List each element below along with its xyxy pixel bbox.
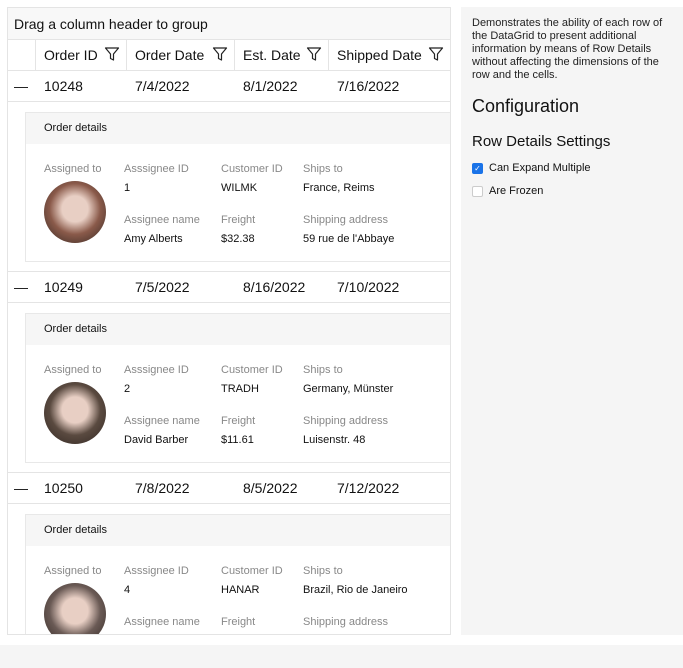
assignee-id-label: Asssignee ID (124, 163, 189, 175)
shipped-date-cell: 7/16/2022 (337, 78, 400, 94)
row-details: Order details Assigned to Asssignee ID 4… (8, 504, 450, 634)
est-date-cell: 8/1/2022 (243, 78, 298, 94)
assignee-id-label: Asssignee ID (124, 565, 189, 577)
column-header-1[interactable]: Order Date (127, 40, 235, 70)
freight-value: $11.61 (221, 434, 254, 446)
customer-id-value: WILMK (221, 182, 258, 194)
shipping-address-label: Shipping address (303, 616, 389, 628)
assignee-name-label: Assignee name (124, 616, 200, 628)
details-title: Order details (26, 515, 450, 546)
est-date-cell: 8/5/2022 (243, 480, 298, 496)
order-date-cell: 7/4/2022 (135, 78, 190, 94)
details-title: Order details (26, 314, 450, 345)
option-label: Are Frozen (489, 185, 544, 197)
description: Demonstrates the ability of each row of … (472, 17, 663, 81)
column-header-3[interactable]: Shipped Date (329, 40, 450, 70)
filter-icon[interactable] (428, 46, 444, 65)
option-checkbox-1[interactable]: Are Frozen (472, 185, 672, 197)
column-header-0[interactable]: Order ID (36, 40, 127, 70)
table-row[interactable]: — 10250 7/8/2022 8/5/2022 7/12/2022 (8, 473, 450, 504)
column-header-label: Order ID (44, 47, 98, 63)
option-label: Can Expand Multiple (489, 162, 591, 174)
data-grid: Drag a column header to group Order ID Or… (7, 7, 451, 635)
customer-id-label: Customer ID (221, 364, 283, 376)
assignee-name-label: Assignee name (124, 214, 200, 226)
shipping-address-label: Shipping address (303, 415, 389, 427)
avatar (44, 181, 106, 243)
grid-header: Order ID Order Date Est. Date Shipped Date (8, 40, 450, 71)
ships-to-value: France, Reims (303, 182, 375, 194)
filter-icon[interactable] (212, 46, 228, 65)
configuration-heading: Configuration (472, 96, 580, 116)
filter-icon[interactable] (104, 46, 120, 65)
collapse-icon[interactable]: — (8, 279, 36, 295)
row-details: Order details Assigned to Asssignee ID 2… (8, 303, 450, 473)
shipping-address-value: Luisenstr. 48 (303, 434, 366, 446)
side-panel: Demonstrates the ability of each row of … (461, 7, 683, 635)
ships-to-label: Ships to (303, 565, 343, 577)
est-date-cell: 8/16/2022 (243, 279, 306, 295)
order-id-cell: 10248 (44, 78, 83, 94)
column-header-label: Shipped Date (337, 47, 422, 63)
details-title: Order details (26, 113, 450, 144)
option-checkbox-0[interactable]: ✓ Can Expand Multiple (472, 162, 672, 174)
ships-to-value: Germany, Münster (303, 383, 394, 395)
freight-label: Freight (221, 616, 256, 628)
column-header-2[interactable]: Est. Date (235, 40, 329, 70)
settings-heading: Row Details Settings (472, 133, 611, 150)
order-id-cell: 10250 (44, 480, 83, 496)
collapse-icon[interactable]: — (8, 78, 36, 94)
assignee-name-value: Amy Alberts (124, 233, 183, 245)
freight-label: Freight (221, 415, 256, 427)
order-date-cell: 7/8/2022 (135, 480, 190, 496)
table-row[interactable]: — 10248 7/4/2022 8/1/2022 7/16/2022 (8, 71, 450, 102)
shipping-address-label: Shipping address (303, 214, 389, 226)
customer-id-value: TRADH (221, 383, 259, 395)
collapse-icon[interactable]: — (8, 480, 36, 496)
shipped-date-cell: 7/12/2022 (337, 480, 400, 496)
grid-body: — 10248 7/4/2022 8/1/2022 7/16/2022 Orde… (8, 71, 450, 634)
customer-id-label: Customer ID (221, 565, 283, 577)
avatar (44, 583, 106, 634)
column-header-label: Est. Date (243, 47, 301, 63)
order-id-cell: 10249 (44, 279, 83, 295)
order-date-cell: 7/5/2022 (135, 279, 190, 295)
freight-value: $32.38 (221, 233, 255, 245)
group-panel[interactable]: Drag a column header to group (8, 8, 450, 40)
assigned-to-label: Assigned to (44, 565, 102, 577)
assignee-id-value: 2 (124, 383, 131, 395)
expander-header (8, 40, 36, 70)
shipping-address-value: 59 rue de l'Abbaye (303, 233, 395, 245)
assigned-to-label: Assigned to (44, 364, 102, 376)
filter-icon[interactable] (306, 46, 322, 65)
assignee-name-value: David Barber (124, 434, 189, 446)
assignee-name-label: Assignee name (124, 415, 200, 427)
ships-to-label: Ships to (303, 364, 343, 376)
assignee-id-label: Asssignee ID (124, 364, 189, 376)
customer-id-value: HANAR (221, 584, 260, 596)
ships-to-label: Ships to (303, 163, 343, 175)
row-details: Order details Assigned to Asssignee ID 1… (8, 102, 450, 272)
avatar (44, 382, 106, 444)
freight-label: Freight (221, 214, 256, 226)
column-header-label: Order Date (135, 47, 205, 63)
assigned-to-label: Assigned to (44, 163, 102, 175)
shipped-date-cell: 7/10/2022 (337, 279, 400, 295)
checkbox-icon[interactable] (472, 185, 483, 197)
assignee-id-value: 1 (124, 182, 131, 194)
ships-to-value: Brazil, Rio de Janeiro (303, 584, 408, 596)
customer-id-label: Customer ID (221, 163, 283, 175)
table-row[interactable]: — 10249 7/5/2022 8/16/2022 7/10/2022 (8, 272, 450, 303)
checkbox-checked-icon[interactable]: ✓ (472, 162, 483, 174)
assignee-id-value: 4 (124, 584, 131, 596)
footer-strip (0, 645, 683, 668)
